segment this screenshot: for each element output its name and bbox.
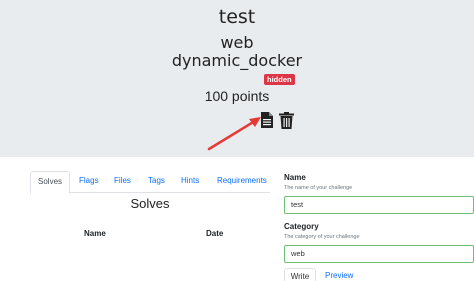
name-input[interactable]: test bbox=[284, 196, 474, 214]
tab-tags[interactable]: Tags bbox=[141, 171, 172, 193]
file-icon[interactable] bbox=[261, 112, 273, 128]
preview-tab[interactable]: Preview bbox=[322, 268, 356, 281]
challenge-points: 100 points bbox=[204, 88, 270, 104]
column-header-name: Name bbox=[84, 229, 106, 238]
hidden-badge: hidden bbox=[264, 74, 295, 85]
challenge-name: test bbox=[218, 6, 256, 28]
tab-flags[interactable]: Flags bbox=[72, 171, 106, 193]
arrow-annotation-icon bbox=[207, 117, 261, 151]
category-label: Category bbox=[284, 222, 319, 231]
challenge-category: web bbox=[220, 33, 254, 52]
category-help-text: The category of your challenge bbox=[284, 234, 360, 240]
challenge-type: dynamic_docker bbox=[171, 51, 303, 70]
solves-heading: Solves bbox=[130, 196, 170, 211]
name-help-text: The name of your challenge bbox=[284, 185, 353, 191]
trash-icon[interactable] bbox=[279, 112, 294, 129]
tab-files[interactable]: Files bbox=[107, 171, 138, 193]
column-header-date: Date bbox=[206, 229, 224, 238]
tab-requirements[interactable]: Requirements bbox=[210, 171, 274, 193]
write-tab[interactable]: Write bbox=[284, 268, 316, 281]
challenge-header: test web dynamic_docker hidden 100 point… bbox=[0, 0, 474, 157]
challenge-tabs: Solves Flags Files Tags Hints Requiremen… bbox=[30, 171, 270, 194]
name-label: Name bbox=[284, 173, 306, 182]
tab-solves[interactable]: Solves bbox=[30, 171, 71, 194]
tab-hints[interactable]: Hints bbox=[174, 171, 206, 193]
category-input[interactable]: web bbox=[284, 245, 474, 263]
